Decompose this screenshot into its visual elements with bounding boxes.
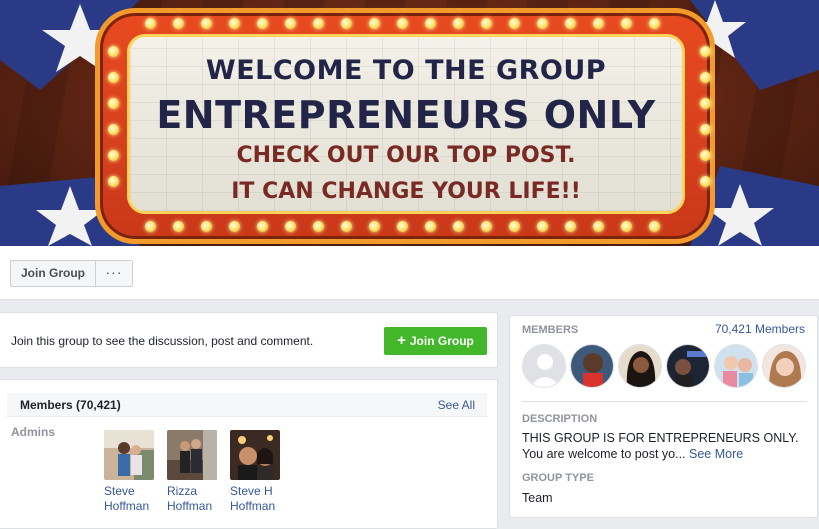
- members-title: Members (70,421): [20, 398, 121, 412]
- marquee-bulb: [481, 221, 492, 232]
- marquee-bulb: [700, 46, 711, 57]
- group-type-value: Team: [522, 491, 553, 505]
- member-avatar[interactable]: [570, 344, 614, 388]
- member-avatar[interactable]: [618, 344, 662, 388]
- marquee-bulb: [173, 221, 184, 232]
- marquee-bulb: [145, 221, 156, 232]
- cover-line-change-life: IT CAN CHANGE YOUR LIFE!!: [231, 179, 581, 204]
- marquee-bulb: [397, 18, 408, 29]
- marquee-bulb: [649, 221, 660, 232]
- marquee-bulb: [509, 221, 520, 232]
- description-label: DESCRIPTION: [522, 413, 598, 425]
- join-group-green-label: Join Group: [409, 334, 474, 348]
- marquee-bulb: [257, 221, 268, 232]
- join-group-green-button[interactable]: + Join Group: [384, 327, 487, 355]
- admin-photo[interactable]: [104, 430, 154, 480]
- admin-photo[interactable]: [167, 430, 217, 480]
- marquee-bulb: [108, 72, 119, 83]
- marquee-bulb: [481, 18, 492, 29]
- plus-icon: +: [397, 332, 406, 349]
- members-section-label: MEMBERS: [522, 324, 579, 336]
- marquee-bulb: [425, 221, 436, 232]
- marquee-bulb: [313, 18, 324, 29]
- marquee-bulb: [537, 221, 548, 232]
- marquee-sign: WELCOME TO THE GROUP ENTREPRENEURS ONLY …: [127, 34, 685, 214]
- marquee-bulb: [108, 124, 119, 135]
- admin-name[interactable]: Steve Hoffman: [104, 484, 156, 514]
- members-card: Members (70,421) See All Admins Steve Ho…: [0, 379, 498, 529]
- join-button-group: Join Group ···: [10, 260, 133, 287]
- join-prompt-message: Join this group to see the discussion, p…: [11, 334, 314, 348]
- join-group-button[interactable]: Join Group: [11, 261, 96, 286]
- admin-item[interactable]: Rizza Hoffman: [167, 430, 219, 514]
- admin-name[interactable]: Steve H Hoffman: [230, 484, 282, 514]
- marquee-bulb: [621, 221, 632, 232]
- group-type-label: GROUP TYPE: [522, 472, 594, 484]
- marquee-bulb: [425, 18, 436, 29]
- more-options-button[interactable]: ···: [96, 261, 132, 286]
- marquee-bulb: [593, 18, 604, 29]
- admins-label: Admins: [11, 425, 56, 439]
- marquee-bulb: [397, 221, 408, 232]
- marquee-bulb: [621, 18, 632, 29]
- member-avatar[interactable]: [666, 344, 710, 388]
- members-header: Members (70,421) See All: [7, 393, 487, 417]
- marquee-bulb: [201, 221, 212, 232]
- sidebar-divider: [522, 401, 807, 402]
- marquee-bulb: [341, 221, 352, 232]
- marquee-bulb: [145, 18, 156, 29]
- member-avatar[interactable]: [762, 344, 806, 388]
- ellipsis-icon: ···: [105, 264, 123, 280]
- marquee-bulb: [700, 124, 711, 135]
- see-all-link[interactable]: See All: [438, 398, 475, 412]
- member-avatar[interactable]: [714, 344, 758, 388]
- admin-photo[interactable]: [230, 430, 280, 480]
- members-count-link[interactable]: 70,421 Members: [715, 322, 805, 336]
- marquee-bulb: [509, 18, 520, 29]
- admin-name[interactable]: Rizza Hoffman: [167, 484, 219, 514]
- marquee-bulb: [257, 18, 268, 29]
- marquee-bulb: [700, 72, 711, 83]
- marquee-bulb: [649, 18, 660, 29]
- cover-line-top-post: CHECK OUT OUR TOP POST.: [236, 143, 576, 168]
- join-prompt-card: Join this group to see the discussion, p…: [0, 312, 498, 368]
- cover-line-welcome: WELCOME TO THE GROUP: [205, 55, 607, 86]
- marquee-bulb: [453, 221, 464, 232]
- marquee-bulb: [700, 176, 711, 187]
- group-action-bar: Join Group ···: [0, 246, 819, 300]
- marquee-bulb: [341, 18, 352, 29]
- marquee-bulb: [313, 221, 324, 232]
- member-avatar[interactable]: [522, 344, 566, 388]
- see-more-link[interactable]: See More: [689, 447, 743, 461]
- group-description: THIS GROUP IS FOR ENTREPRENEURS ONLY. Yo…: [522, 431, 799, 461]
- marquee-bulb: [369, 18, 380, 29]
- marquee-bulb: [593, 221, 604, 232]
- marquee-bulb: [108, 176, 119, 187]
- marquee-bulb: [173, 18, 184, 29]
- marquee-bulb: [537, 18, 548, 29]
- cover-photo: WELCOME TO THE GROUP ENTREPRENEURS ONLY …: [0, 0, 819, 246]
- marquee-bulb: [108, 98, 119, 109]
- marquee-bulb: [229, 18, 240, 29]
- marquee-bulb: [700, 98, 711, 109]
- marquee-bulb: [108, 46, 119, 57]
- marquee-bulb: [700, 150, 711, 161]
- marquee-bulb: [108, 150, 119, 161]
- admin-item[interactable]: Steve Hoffman: [104, 430, 156, 514]
- marquee-bulb: [285, 221, 296, 232]
- admin-item[interactable]: Steve H Hoffman: [230, 430, 282, 514]
- marquee-bulb: [229, 221, 240, 232]
- marquee-bulb: [285, 18, 296, 29]
- cover-line-group-name: ENTREPRENEURS ONLY: [156, 93, 656, 137]
- marquee-bulb: [201, 18, 212, 29]
- marquee-bulb: [565, 221, 576, 232]
- marquee-bulb: [565, 18, 576, 29]
- marquee-bulb: [453, 18, 464, 29]
- about-sidebar-card: MEMBERS 70,421 Members DESCRIPTION THIS …: [509, 315, 818, 518]
- marquee-bulb: [369, 221, 380, 232]
